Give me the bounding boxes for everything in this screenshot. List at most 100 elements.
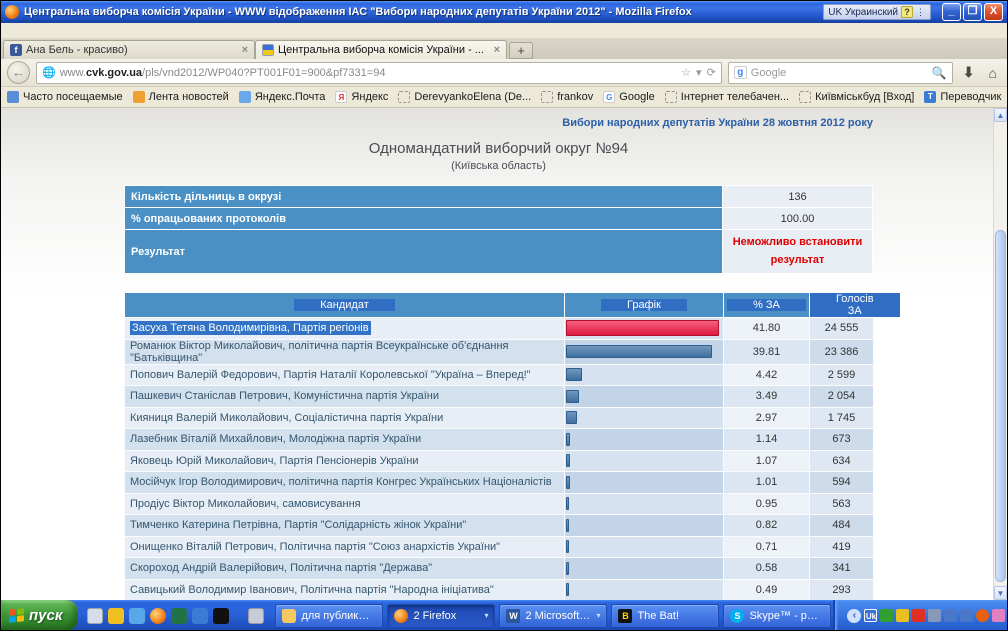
quick-launch-icon[interactable] [192,608,208,624]
url-text[interactable]: www.cvk.gov.ua/pls/vnd2012/WP040?PT001F0… [60,67,677,79]
result-bar [566,411,577,424]
candidate-name[interactable]: Тимченко Катерина Петрівна, Партія "Солі… [125,515,565,537]
candidate-name[interactable]: Попович Валерій Федорович, Партія Наталі… [125,364,565,386]
candidate-name[interactable]: Лазебник Віталій Михайлович, Молодіжна п… [125,429,565,451]
tray-icon[interactable] [928,609,941,622]
urlbar-dropdown-icon[interactable]: ▾ [696,66,702,79]
language-label: UK Украинский [828,7,898,18]
back-button[interactable]: ← [7,61,30,84]
downloads-button[interactable]: ⬇ [959,64,979,81]
tray-icon[interactable] [944,609,957,622]
quick-launch-icon[interactable] [150,608,166,624]
taskbar-button[interactable]: B The Bat! [611,604,719,628]
scroll-up-icon[interactable]: ▲ [994,108,1007,122]
bookmark-item[interactable]: Лента новостей [133,91,229,103]
minimize-button[interactable]: _ [942,3,961,21]
title-bar[interactable]: Центральна виборча комісія України - WWW… [1,1,1007,23]
bookmark-item[interactable]: DerevyankoElena (De... [398,91,531,103]
candidate-name[interactable]: Скороход Андрій Валерійович, Політична п… [125,558,565,580]
candidate-percent: 3.49 [724,386,810,408]
quick-launch-icon[interactable] [171,608,187,624]
quick-launch-icon[interactable] [108,608,124,624]
candidate-name[interactable]: Мосійчук Ігор Володимирович, політична п… [125,472,565,494]
tray-icon[interactable] [880,609,893,622]
candidate-percent: 2.97 [724,407,810,429]
tray-icon[interactable] [960,609,973,622]
home-button[interactable]: ⌂ [985,65,1001,81]
candidate-name[interactable]: Кияниця Валерій Миколайович, Соціалістич… [125,407,565,429]
result-bar [566,540,569,553]
header-percent[interactable]: % ЗА [724,293,810,318]
taskbar-button-dropdown-icon[interactable]: ▾ [484,611,488,620]
candidate-name[interactable]: Савицький Володимир Іванович, Політична … [125,579,565,600]
candidate-bar-cell [565,493,724,515]
candidate-name[interactable]: Продіус Віктор Миколайович, самовисуванн… [125,493,565,515]
info-value: 136 [723,186,873,208]
url-bar[interactable]: 🌐 www.cvk.gov.ua/pls/vnd2012/WP040?PT001… [36,62,722,84]
quick-launch-icon[interactable] [129,608,145,624]
taskbar-button[interactable]: для публикации [275,604,383,628]
result-bar [566,497,569,510]
new-tab-button[interactable]: + [509,42,533,59]
search-icon[interactable]: 🔍 [932,66,947,80]
header-candidate[interactable]: Кандидат [125,293,565,318]
scroll-down-icon[interactable]: ▼ [994,586,1007,600]
candidate-name[interactable]: Засуха Тетяна Володимирівна, Партія регі… [125,318,565,340]
result-bar [566,562,569,575]
candidate-name[interactable]: Пашкевич Станіслав Петрович, Комуністичн… [125,386,565,408]
taskbar-button-icon: B [618,609,632,623]
bookmark-item[interactable]: Київміськбуд [Вход] [799,91,914,103]
start-button[interactable]: пуск [1,600,78,631]
tray-language-indicator[interactable]: Uk [864,609,877,622]
language-bar[interactable]: UK Украинский ? ⋮ [823,4,931,20]
language-options-icon[interactable]: ⋮ [916,7,926,18]
close-button[interactable]: X [984,3,1003,21]
facebook-icon: f [10,44,22,56]
google-engine-icon[interactable]: g [734,66,747,79]
vertical-scrollbar[interactable]: ▲ ▼ [993,108,1007,600]
tab-cvk[interactable]: Центральна виборча комісія України - ...… [255,40,507,59]
info-value: 100.00 [723,208,873,230]
bookmark-item[interactable]: Я Яндекс [335,91,388,103]
language-help-icon[interactable]: ? [901,6,913,18]
bookmark-item[interactable]: Часто посещаемые [7,91,123,103]
tab-close-icon[interactable]: × [242,44,248,56]
bookmark-item[interactable]: Інтернет телебачен... [665,91,789,103]
bookmark-item[interactable]: frankov [541,91,593,103]
header-graph[interactable]: Графік [565,293,724,318]
quick-launch-icon[interactable] [213,608,229,624]
bookmark-item[interactable]: Яндекс.Почта [239,91,326,103]
scrollbar-thumb[interactable] [995,230,1006,582]
bookmark-item[interactable]: G Google [603,91,654,103]
reload-icon[interactable]: ⟳ [707,66,716,79]
candidate-bar-cell [565,339,724,364]
taskbar-button[interactable]: W 2 Microsoft Of... ▾ [499,604,607,628]
quick-launch-icon[interactable] [87,608,103,624]
taskbar-button-dropdown-icon[interactable]: ▾ [596,611,600,620]
tab-bar: f Ана Бель - красиво) × Центральна вибор… [1,39,1007,59]
tray-icon[interactable] [976,609,989,622]
search-box[interactable]: g Google 🔍 [728,62,953,84]
tray-icon[interactable] [992,609,1005,622]
tray-icon[interactable] [912,609,925,622]
candidate-name[interactable]: Романюк Віктор Миколайович, політична па… [125,339,565,364]
header-votes[interactable]: Голосів ЗА [810,293,874,318]
taskbar-button[interactable]: 2 Firefox ▾ [387,604,495,628]
info-label: Результат [125,230,723,274]
candidate-row: Продіус Віктор Миколайович, самовисуванн… [125,493,874,515]
candidate-name[interactable]: Яковець Юрій Миколайович, Партія Пенсіон… [125,450,565,472]
quick-launch-icon[interactable] [248,608,264,624]
tab-close-icon[interactable]: × [494,44,500,56]
tab-facebook[interactable]: f Ана Бель - красиво) × [3,40,255,59]
candidate-percent: 0.71 [724,536,810,558]
restore-button[interactable]: ❐ [963,3,982,21]
bookmark-star-icon[interactable]: ☆ [681,66,691,79]
result-bar [566,433,570,446]
taskbar-button[interactable]: S Skype™ - pr.yd... [723,604,831,628]
tray-icon[interactable] [896,609,909,622]
tray-chevron-icon[interactable]: ‹ [847,609,861,623]
search-input[interactable]: Google [751,67,928,79]
election-title[interactable]: Вибори народних депутатів України 28 жов… [124,117,873,129]
candidate-name[interactable]: Онищенко Віталій Петрович, Політична пар… [125,536,565,558]
bookmark-item[interactable]: Т Переводчик [924,91,1001,103]
